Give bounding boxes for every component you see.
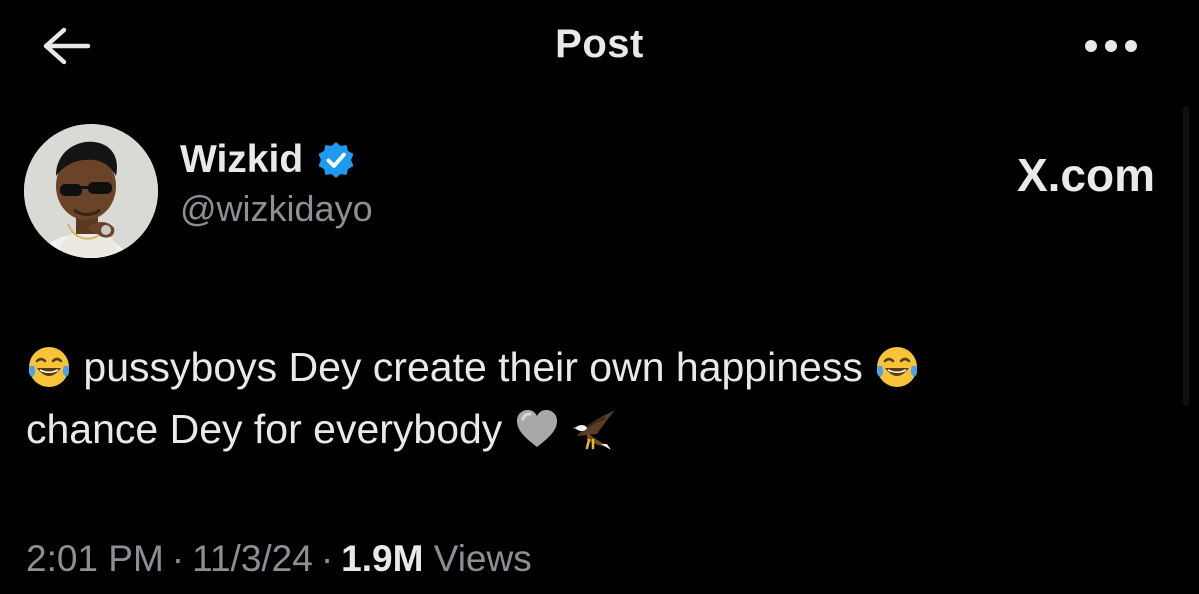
post-line-1: pussyboys Dey create their own happiness [26,336,1176,398]
scrollbar[interactable] [1183,106,1189,406]
more-options-button[interactable] [1076,26,1146,66]
separator: · [171,538,185,579]
verified-badge-icon [316,140,356,180]
top-bar: Post [0,0,1199,92]
views-count: 1.9M [341,538,424,579]
author-handle[interactable]: @wizkidayo [180,188,373,230]
joy-tears-emoji [26,344,72,390]
watermark: X.com [1016,149,1155,201]
author-display-name[interactable]: Wizkid [180,138,303,182]
post-date[interactable]: 11/3/24 [192,538,313,579]
post-meta: 2:01 PM · 11/3/24 · 1.9M Views [26,538,532,580]
avatar[interactable] [24,124,158,258]
post-line-2: chance Dey for everybody [26,398,1176,460]
post-line-2-text: chance Dey for everybody [26,406,503,452]
post-text: pussyboys Dey create their own happiness… [26,336,1176,460]
separator: · [320,538,334,579]
eagle-emoji [571,406,617,452]
joy-tears-emoji [874,344,920,390]
views-label: Views [433,538,532,579]
avatar-photo [24,124,158,258]
post-line-1-text: pussyboys Dey create their own happiness [83,344,863,390]
page-title: Post [555,22,644,66]
author-names: Wizkid @wizkidayo [180,138,373,230]
post-time[interactable]: 2:01 PM [26,538,164,579]
more-horizontal-icon [1085,40,1137,52]
grey-heart-emoji [514,406,560,452]
